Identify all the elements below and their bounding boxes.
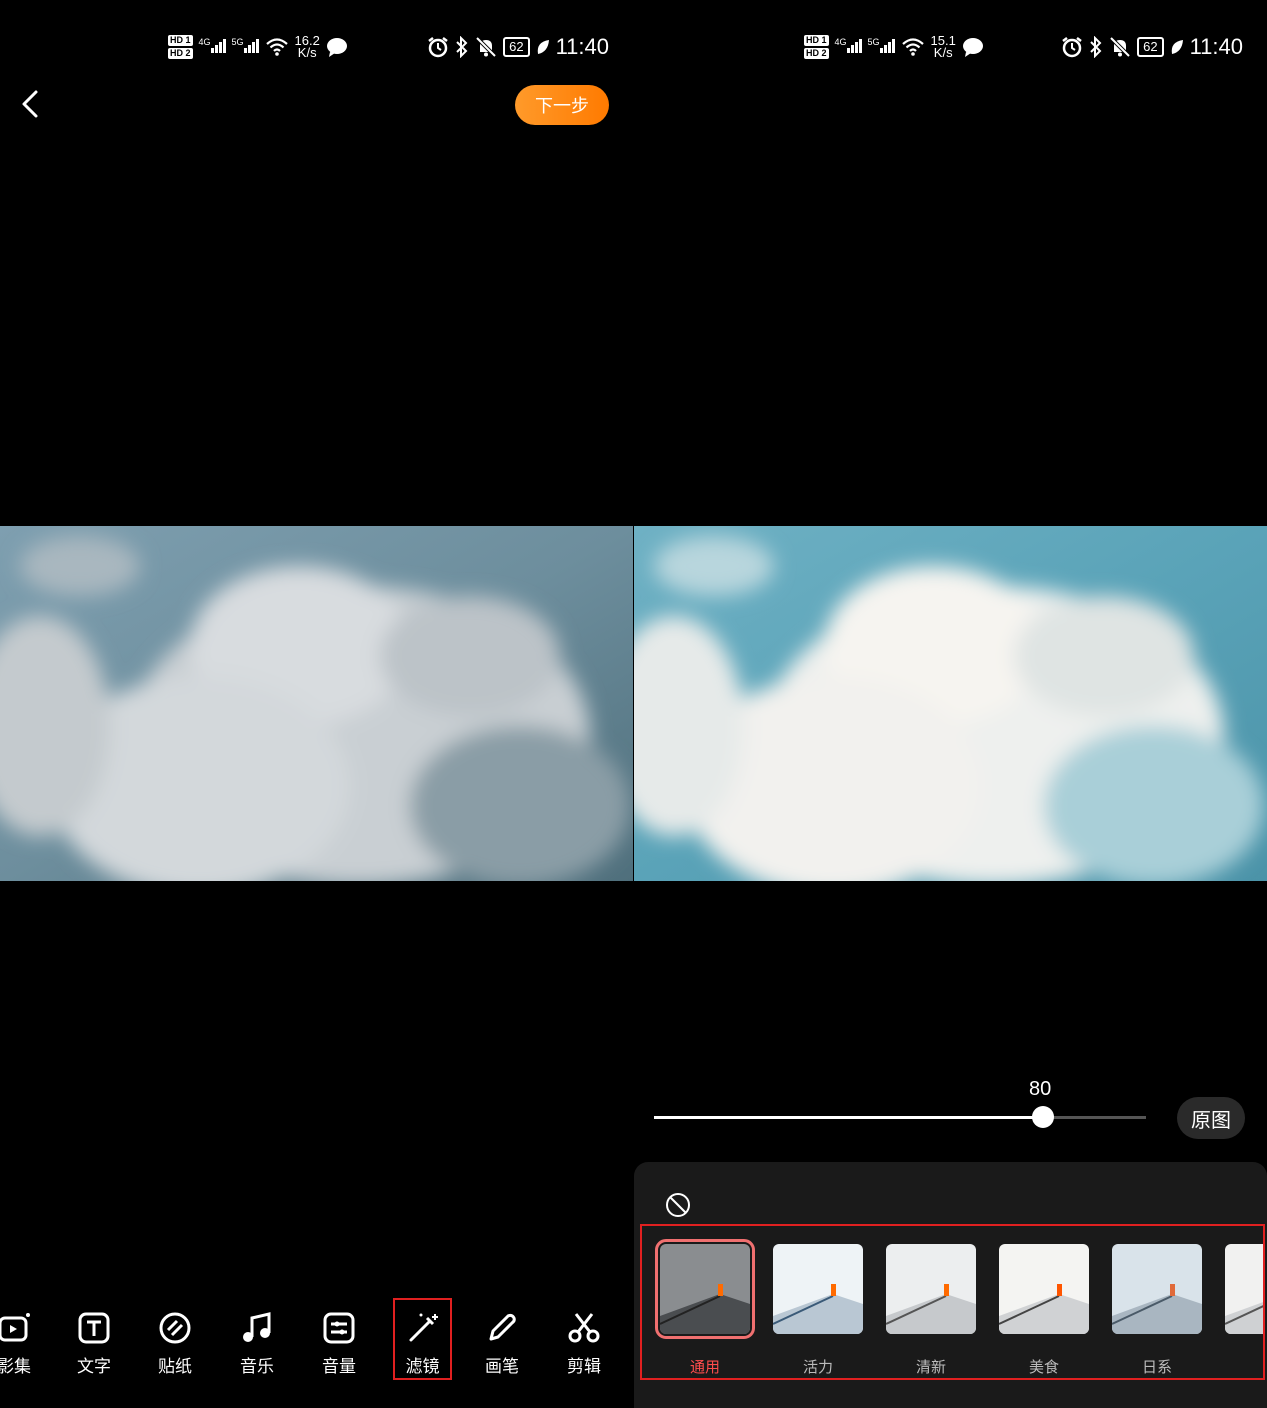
filter-item-vitality[interactable]: 活力 (770, 1244, 866, 1377)
signal-5g: 5G (868, 37, 895, 58)
filter-item-food[interactable]: 美食 (996, 1244, 1092, 1377)
album-icon (0, 1313, 30, 1342)
next-step-button[interactable]: 下一步 (515, 85, 609, 125)
brush-icon (489, 1313, 516, 1341)
bluetooth-icon (456, 36, 468, 58)
wifi-icon (901, 38, 924, 56)
slider-handle[interactable] (1031, 1106, 1054, 1128)
filter-thumbnail (655, 1239, 755, 1339)
signal-4g: 4G (835, 37, 862, 58)
editor-screen: HD 1 HD 2 4G 5G 16.2 K/s 62 11:40 下一步 影集… (0, 0, 633, 1408)
video-preview (0, 526, 633, 881)
filtered-preview (634, 526, 1267, 881)
music-icon (243, 1312, 271, 1342)
tool-brush[interactable]: 画笔 (472, 1300, 532, 1380)
filter-thumbnail (999, 1244, 1089, 1334)
bluetooth-icon (1090, 36, 1102, 58)
tool-text[interactable]: 文字 (64, 1300, 124, 1380)
mute-icon (1109, 36, 1131, 58)
hd-icon: HD 1 HD 2 (168, 35, 193, 59)
network-speed: 16.2 K/s (294, 33, 320, 60)
intensity-value: 80 (1029, 1078, 1052, 1100)
signal-4g: 4G (199, 37, 226, 58)
filter-item-japanese[interactable]: 日系 (1109, 1244, 1205, 1377)
leaf-icon (537, 40, 549, 54)
back-arrow-icon[interactable] (16, 88, 48, 120)
battery-icon: 62 (503, 37, 530, 57)
filter-wand-icon (409, 1313, 438, 1342)
tool-volume[interactable]: 音量 (309, 1300, 369, 1380)
status-bar: HD 1 HD 2 4G 5G 15.1 K/s 62 11:40 (634, 28, 1267, 68)
clock: 11:40 (555, 34, 609, 59)
intensity-slider[interactable] (654, 1106, 1146, 1128)
status-bar: HD 1 HD 2 4G 5G 16.2 K/s 62 11:40 (0, 28, 633, 68)
volume-icon (323, 1312, 355, 1344)
filter-thumbnail (1225, 1244, 1263, 1334)
tool-clip[interactable]: 剪辑 (554, 1300, 614, 1380)
filter-thumbnail (1112, 1244, 1202, 1334)
network-speed: 15.1 K/s (930, 33, 956, 60)
tool-sticker[interactable]: 贴纸 (145, 1300, 205, 1380)
signal-5g: 5G (232, 37, 259, 58)
battery-icon: 62 (1137, 37, 1164, 57)
wifi-icon (265, 38, 288, 56)
filter-thumbnail (886, 1244, 976, 1334)
original-image-button[interactable]: 原图 (1177, 1097, 1245, 1139)
message-icon (962, 38, 983, 57)
text-icon (78, 1312, 110, 1344)
alarm-icon (1062, 37, 1082, 58)
no-filter-icon[interactable] (665, 1192, 691, 1218)
message-icon (326, 38, 347, 57)
filter-list: 通用 活力 清新 美食 日系 (640, 1224, 1265, 1380)
tool-filter[interactable]: 滤镜 (393, 1298, 452, 1380)
filter-panel: 通用 活力 清新 美食 日系 (634, 1162, 1267, 1408)
filter-thumbnail (773, 1244, 863, 1334)
filter-item-fresh[interactable]: 清新 (883, 1244, 979, 1377)
tool-album[interactable]: 影集 (0, 1300, 44, 1380)
hd-icon: HD 1 HD 2 (804, 35, 829, 59)
mute-icon (475, 36, 497, 58)
clock: 11:40 (1189, 34, 1243, 59)
alarm-icon (428, 37, 448, 58)
edit-toolbar: 影集 文字 贴纸 音乐 音量 滤镜 画笔 剪辑 (0, 1298, 633, 1380)
tool-music[interactable]: 音乐 (227, 1300, 287, 1380)
leaf-icon (1171, 40, 1183, 54)
scissors-icon (568, 1313, 600, 1343)
sticker-icon (159, 1312, 191, 1344)
filter-item-general[interactable]: 通用 (655, 1239, 755, 1377)
filter-item-beauty[interactable]: 美 (1222, 1244, 1263, 1377)
slider-fill (654, 1116, 1043, 1119)
